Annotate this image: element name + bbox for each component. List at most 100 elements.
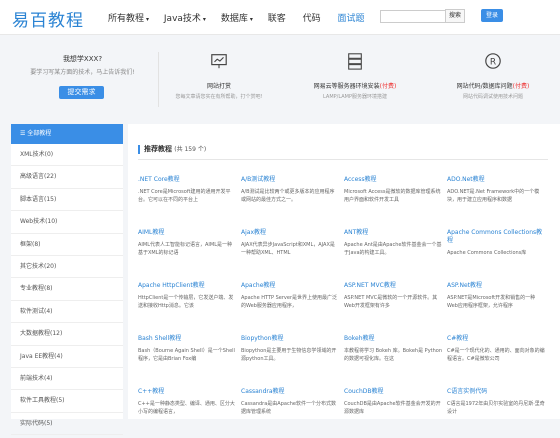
card-title[interactable]: Access教程 bbox=[344, 176, 442, 184]
sidebar-item[interactable]: 软件工具教程(5) bbox=[11, 390, 123, 413]
nav-java[interactable]: Java技术 bbox=[164, 14, 201, 24]
tutorial-card[interactable]: A/B测试教程 A/B测试是比较两个或更多版本的应用程序或网站的最佳方式之一。 bbox=[241, 176, 339, 226]
nav-blog[interactable]: 联客 bbox=[268, 14, 286, 24]
request-subtitle: 要学习写某方面的技术，马上告诉我们! bbox=[30, 69, 135, 76]
top-header: 易百教程 所有教程 ▾ Java技术 ▾ 数据库 ▾ 联客 代码 面试题 搜索 登录 bbox=[0, 0, 560, 35]
card-description: AJAX代表异步JavaScript和XML，AJAX是一种帮助XML、HTML bbox=[241, 242, 335, 256]
card-title[interactable]: Apache Commons Collections教程 bbox=[447, 229, 545, 245]
tutorial-card[interactable]: ANT教程 Apache Ant是由Apache软件基金会一个基于Java的构建工… bbox=[344, 229, 442, 279]
card-title[interactable]: ADO.Net教程 bbox=[447, 176, 545, 184]
card-description: C语言是1972年由贝尔实验室的丹尼斯·里奇设计 bbox=[447, 401, 545, 415]
sidebar-item[interactable]: 大数据教程(12) bbox=[11, 323, 123, 346]
card-description: Cassandra是由Apache软件一个分布式数据库管理系统 bbox=[241, 401, 336, 415]
card-title[interactable]: ASP.Net教程 bbox=[447, 282, 545, 290]
card-title[interactable]: C#教程 bbox=[447, 335, 545, 343]
divider bbox=[138, 159, 548, 160]
category-sidebar: ☰ 全部教程 XML技术(0) 高级语言(22) 脚本语言(15) Web技术(10)… bbox=[11, 124, 123, 436]
card-title[interactable]: AIML教程 bbox=[138, 229, 236, 237]
tutorial-card[interactable]: Cassandra教程 Cassandra是由Apache软件一个分布式数据库管理… bbox=[241, 388, 339, 438]
sidebar-item[interactable]: 软件测试(4) bbox=[11, 301, 123, 324]
feature-title: 网站打赏 bbox=[206, 83, 231, 90]
search-button[interactable]: 搜索 bbox=[445, 9, 465, 23]
tutorial-card[interactable]: Ajax教程 AJAX代表异步JavaScript和XML，AJAX是一种帮助XM… bbox=[241, 229, 339, 279]
tutorial-card[interactable]: Biopython教程 Biopython是主要用于生物信息学领域的开源pytho… bbox=[241, 335, 339, 385]
sidebar-item[interactable]: 脚本语言(15) bbox=[11, 189, 123, 212]
sidebar-item[interactable]: XML技术(0) bbox=[11, 144, 123, 167]
card-title[interactable]: Cassandra教程 bbox=[241, 388, 339, 396]
login-button[interactable]: 登录 bbox=[481, 9, 503, 22]
tutorial-card[interactable]: ASP.Net教程 ASP.NET是Microsoft开发和销售的一种Web应用程… bbox=[447, 282, 545, 332]
card-description: Apache HTTP Server是世界上使用最广泛的Web服务器应用程序， bbox=[241, 295, 338, 309]
chevron-down-icon: ▾ bbox=[202, 16, 206, 23]
nav-database[interactable]: 数据库 bbox=[221, 14, 248, 24]
tutorial-card[interactable]: C#教程 C#是一个现代化的、通用的、面向对象的编程语言。C#是微软公司 bbox=[447, 335, 545, 385]
card-description: 本教程将学习 Bokeh 库。Bokeh是 Python 的数据可视化库。在这 bbox=[344, 348, 443, 362]
nav-all-tutorials[interactable]: 所有教程 bbox=[108, 14, 144, 24]
card-title[interactable]: Bash Shell教程 bbox=[138, 335, 236, 343]
card-description: HttpClient是一个传输层，它发送户端、发送和接收Http消息。它该 bbox=[138, 295, 234, 309]
card-title[interactable]: Bokeh教程 bbox=[344, 335, 442, 343]
title-accent bbox=[138, 145, 140, 154]
card-title[interactable]: CouchDB教程 bbox=[344, 388, 442, 396]
card-title[interactable]: ASP.NET MVC教程 bbox=[344, 282, 442, 290]
recommended-panel: 推荐教程 (共 159 个) .NET Core教程 .NET Core是Micr… bbox=[128, 124, 560, 419]
main-nav: 所有教程 ▾ Java技术 ▾ 数据库 ▾ 联客 代码 面试题 bbox=[108, 11, 379, 24]
tutorial-card[interactable]: Apache Commons Collections教程 Apache Commo… bbox=[447, 229, 545, 279]
feature-title: 网易云等服务器环境安装(付费) bbox=[313, 83, 397, 90]
search-input[interactable] bbox=[380, 10, 446, 23]
site-logo[interactable]: 易百教程 bbox=[12, 6, 84, 31]
card-title[interactable]: A/B测试教程 bbox=[241, 176, 339, 184]
nav-code[interactable]: 代码 bbox=[303, 14, 321, 24]
chevron-down-icon: ▾ bbox=[249, 16, 253, 23]
card-title[interactable]: C++教程 bbox=[138, 388, 236, 396]
sidebar-header[interactable]: ☰ 全部教程 bbox=[11, 124, 123, 144]
tutorial-card[interactable]: .NET Core教程 .NET Core是Microsoft建用的通用开发平台。… bbox=[138, 176, 236, 226]
card-title[interactable]: Ajax教程 bbox=[241, 229, 339, 237]
sidebar-item[interactable]: Java EE教程(4) bbox=[11, 346, 123, 368]
feature-subtitle: LAMP/LAMP服务器环境搭建 bbox=[323, 94, 387, 100]
presentation-icon bbox=[211, 54, 227, 69]
nav-interview[interactable]: 面试题 bbox=[338, 14, 365, 24]
feature-subtitle: 网站代码调试使用技术问题 bbox=[462, 94, 523, 100]
sidebar-item[interactable]: 其它技术(20) bbox=[11, 256, 123, 279]
tutorial-card[interactable]: Apache HttpClient教程 HttpClient是一个传输层，它发送户… bbox=[138, 282, 236, 332]
card-description: ASP.NET MVC是微软的一个开源软件。其Web开发框架有许多 bbox=[344, 295, 438, 309]
tutorial-card[interactable]: Bokeh教程本教程将学习 Bokeh 库。Bokeh是 Python 的数据可… bbox=[344, 335, 442, 385]
sidebar-item[interactable]: 专业教程(8) bbox=[11, 278, 123, 301]
request-title: 我想学XXX? bbox=[62, 55, 103, 63]
tutorial-card[interactable]: C++教程 C++是一种静态类型、编译、通用、区分大小写的编程语言， bbox=[138, 388, 236, 438]
card-description: ASP.NET是Microsoft开发和销售的一种Web应用程序框架，允许程序 bbox=[447, 295, 536, 309]
sidebar-item[interactable]: 实际代码(5) bbox=[11, 413, 123, 436]
card-description: CouchDB是由Apache软件基金会开发的开源数据库 bbox=[344, 401, 441, 415]
feature-subtitle: 您每文章请您实在有所帮助，打个赏吧! bbox=[175, 94, 263, 100]
feature-code-help[interactable]: R 网站代码/数据库问题(付费) 网站代码调试使用技术问题 bbox=[428, 52, 558, 100]
tutorial-card[interactable]: ASP.NET MVC教程 ASP.NET MVC是微软的一个开源软件。其Web开… bbox=[344, 282, 442, 332]
card-title[interactable]: Apache HttpClient教程 bbox=[138, 282, 236, 290]
svg-text:R: R bbox=[490, 58, 496, 68]
tutorial-card[interactable]: CouchDB教程 CouchDB是由Apache软件基金会开发的开源数据库 bbox=[344, 388, 442, 438]
card-description: C#是一个现代化的、通用的、面向对象的编程语言。C#是微软公司 bbox=[447, 348, 545, 362]
tutorial-card[interactable]: Bash Shell教程 Bash（Bourne Again Shell）是一个S… bbox=[138, 335, 236, 385]
submit-request-button[interactable]: 提交需求 bbox=[59, 86, 104, 99]
card-title[interactable]: Apache教程 bbox=[241, 282, 339, 290]
sidebar-item[interactable]: 框架(8) bbox=[11, 234, 123, 256]
tutorial-card[interactable]: Apache教程 Apache HTTP Server是世界上使用最广泛的Web服… bbox=[241, 282, 339, 332]
request-box: 我想学XXX? 要学习写某方面的技术，马上告诉我们! bbox=[10, 54, 155, 76]
card-title[interactable]: .NET Core教程 bbox=[138, 176, 236, 184]
sidebar-item[interactable]: 高级语言(22) bbox=[11, 166, 123, 189]
tutorial-card[interactable]: C语言实例代码 C语言是1972年由贝尔实验室的丹尼斯·里奇设计 bbox=[447, 388, 545, 438]
card-title[interactable]: C语言实例代码 bbox=[447, 388, 545, 396]
card-description: ADO.NET是.Net Framework中的一个模块，用于建立应用程序和数据 bbox=[447, 189, 540, 203]
tutorial-card[interactable]: Access教程 Microsoft Access是微软的数据库管理系统用户界面和… bbox=[344, 176, 442, 226]
feature-server[interactable]: 网易云等服务器环境安装(付费) LAMP/LAMP服务器环境搭建 bbox=[290, 52, 420, 100]
card-title[interactable]: Biopython教程 bbox=[241, 335, 339, 343]
sidebar-item[interactable]: Web技术(10) bbox=[11, 211, 123, 234]
card-description: A/B测试是比较两个或更多版本的应用程序或网站的最佳方式之一。 bbox=[241, 189, 335, 203]
server-icon bbox=[348, 53, 362, 70]
feature-donate[interactable]: 网站打赏 您每文章请您实在有所帮助，打个赏吧! bbox=[154, 52, 284, 100]
tutorial-card[interactable]: AIML教程 AIML代表人工智能标记语言，AIML是一种基于XML的标记语 bbox=[138, 229, 236, 279]
card-description: Microsoft Access是微软的数据库管理系统用户界面和软件开发工具 bbox=[344, 189, 441, 203]
sidebar-item[interactable]: 前端技术(4) bbox=[11, 368, 123, 391]
tutorial-card[interactable]: ADO.Net教程 ADO.NET是.Net Framework中的一个模块，用于… bbox=[447, 176, 545, 226]
card-title[interactable]: ANT教程 bbox=[344, 229, 442, 237]
